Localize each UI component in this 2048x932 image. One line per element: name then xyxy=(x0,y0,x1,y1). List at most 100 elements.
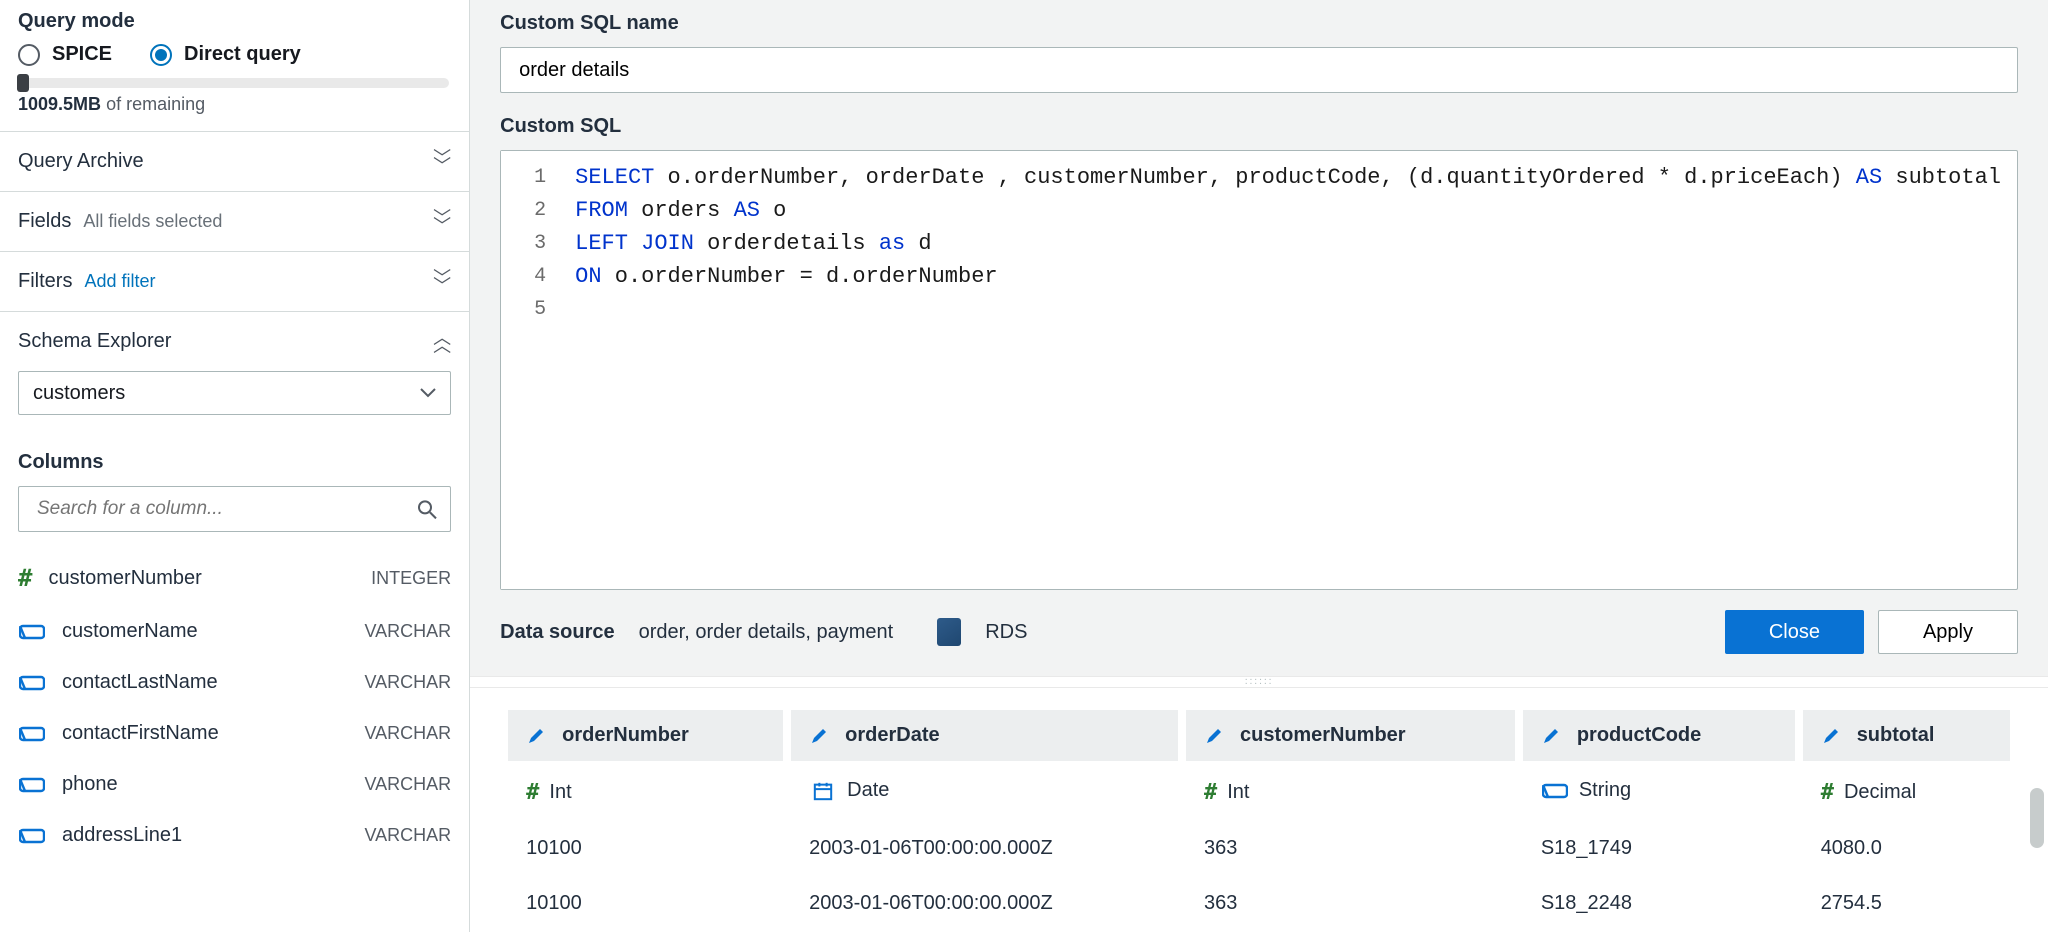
string-icon xyxy=(18,775,46,795)
column-item[interactable]: contactLastName VARCHAR xyxy=(18,657,451,708)
pencil-icon xyxy=(1541,724,1561,746)
type-label: Date xyxy=(847,779,889,802)
sql-editor[interactable]: 12345 SELECT o.orderNumber, orderDate , … xyxy=(500,150,2018,590)
data-source-row: Data source order, order details, paymen… xyxy=(470,592,2048,676)
schema-explorer-toggle[interactable]: Schema Explorer ︿︿ xyxy=(0,311,469,371)
spice-label: SPICE xyxy=(52,43,112,66)
column-header[interactable]: customerNumber xyxy=(1186,710,1515,761)
type-row: # Int Date # Int String # Decimal xyxy=(508,769,2010,817)
chevron-down-icon: ﹀﹀ xyxy=(433,274,451,290)
table-row[interactable]: 101002003-01-06T00:00:00.000Z363S18_2248… xyxy=(508,880,2010,927)
column-header[interactable]: subtotal xyxy=(1803,710,2010,761)
direct-radio-input[interactable] xyxy=(150,44,172,66)
query-archive-toggle[interactable]: Query Archive ﹀﹀ xyxy=(0,131,469,191)
database-icon xyxy=(937,618,961,646)
cell: 2754.5 xyxy=(1803,880,2010,927)
filters-label: Filters xyxy=(18,270,72,293)
cell: 2003-01-06T00:00:00.000Z xyxy=(791,825,1178,872)
column-name: phone xyxy=(62,773,118,796)
query-mode-section: Query mode SPICE Direct query 1009.5MB o… xyxy=(0,0,469,121)
pencil-icon xyxy=(1204,724,1224,746)
column-header[interactable]: orderNumber xyxy=(508,710,783,761)
column-header[interactable]: productCode xyxy=(1523,710,1795,761)
query-archive-label: Query Archive xyxy=(18,150,144,173)
add-filter-link[interactable]: Add filter xyxy=(84,271,155,292)
preview-table: orderNumber orderDate customerNumber produc… xyxy=(500,702,2018,932)
cell: 4080.0 xyxy=(1803,825,2010,872)
column-type: VARCHAR xyxy=(364,825,451,846)
chevron-down-icon: ﹀﹀ xyxy=(433,154,451,170)
hash-icon: # xyxy=(1204,780,1217,805)
string-icon xyxy=(18,622,46,642)
column-item[interactable]: contactFirstName VARCHAR xyxy=(18,708,451,759)
header-label: productCode xyxy=(1577,724,1701,746)
column-item[interactable]: phoneVARCHAR xyxy=(18,759,451,810)
editor-code[interactable]: SELECT o.orderNumber, orderDate , custom… xyxy=(559,151,2017,589)
cell: S18_2248 xyxy=(1523,880,1795,927)
cell: 363 xyxy=(1186,825,1515,872)
string-icon xyxy=(1541,781,1569,801)
table-row[interactable]: 101002003-01-06T00:00:00.000Z363S18_1749… xyxy=(508,825,2010,872)
slider-thumb[interactable] xyxy=(17,74,29,92)
schema-selected-value: customers xyxy=(33,382,125,405)
column-name: addressLine1 xyxy=(62,824,182,847)
pencil-icon xyxy=(526,724,546,746)
data-source-value: order, order details, payment xyxy=(639,621,894,644)
header-label: orderNumber xyxy=(562,724,689,746)
column-item[interactable]: customerNameVARCHAR xyxy=(18,606,451,657)
query-mode-direct-radio[interactable]: Direct query xyxy=(150,43,301,66)
fields-label: Fields xyxy=(18,210,71,233)
cell: 10100 xyxy=(508,825,783,872)
chevron-down-icon: ﹀﹀ xyxy=(433,214,451,230)
column-search-input[interactable] xyxy=(18,486,451,532)
string-icon xyxy=(18,826,46,846)
search-icon xyxy=(417,498,437,519)
column-type: VARCHAR xyxy=(364,621,451,642)
spice-radio-input[interactable] xyxy=(18,44,40,66)
type-label: Decimal xyxy=(1844,781,1916,804)
apply-button[interactable]: Apply xyxy=(1878,610,2018,654)
data-source-label: Data source xyxy=(500,621,615,644)
custom-sql-name-input[interactable] xyxy=(500,47,2018,93)
column-item[interactable]: #customerNumberINTEGER xyxy=(18,550,451,606)
resize-handle[interactable]: ∙∙∙∙∙∙∙∙∙∙∙∙ xyxy=(470,676,2048,688)
type-label: Int xyxy=(549,781,571,804)
type-label: Int xyxy=(1227,781,1249,804)
cell: 2003-01-06T00:00:00.000Z xyxy=(791,880,1178,927)
spice-quota-slider[interactable] xyxy=(18,78,451,88)
column-type: VARCHAR xyxy=(364,723,451,744)
column-type: INTEGER xyxy=(371,568,451,589)
editor-gutter: 12345 xyxy=(501,151,559,589)
preview-table-wrap: orderNumber orderDate customerNumber produc… xyxy=(470,688,2048,932)
direct-label: Direct query xyxy=(184,43,301,66)
close-button[interactable]: Close xyxy=(1725,610,1864,654)
calendar-icon xyxy=(809,781,837,801)
column-name: contactLastName xyxy=(62,671,218,694)
filters-toggle[interactable]: Filters Add filter ﹀﹀ xyxy=(0,251,469,311)
custom-sql-name-label: Custom SQL name xyxy=(500,12,2018,35)
hash-icon: # xyxy=(18,564,32,592)
columns-title: Columns xyxy=(18,451,451,474)
string-icon xyxy=(18,673,46,693)
schema-explorer-label: Schema Explorer xyxy=(18,330,171,353)
schema-select[interactable]: customers xyxy=(18,371,451,415)
cell: 10100 xyxy=(508,880,783,927)
fields-subtitle: All fields selected xyxy=(83,211,222,232)
scrollbar-thumb[interactable] xyxy=(2030,788,2044,848)
chevron-up-icon: ︿︿ xyxy=(433,334,451,350)
header-label: subtotal xyxy=(1857,724,1935,746)
hash-icon: # xyxy=(526,780,539,805)
data-source-type: RDS xyxy=(985,621,1027,644)
header-label: customerNumber xyxy=(1240,724,1406,746)
hash-icon: # xyxy=(1821,780,1834,805)
query-mode-spice-radio[interactable]: SPICE xyxy=(18,43,112,66)
column-type: VARCHAR xyxy=(364,672,451,693)
column-name: contactFirstName xyxy=(62,722,219,745)
cell: S18_1749 xyxy=(1523,825,1795,872)
type-label: String xyxy=(1579,779,1631,802)
column-header[interactable]: orderDate xyxy=(791,710,1178,761)
fields-toggle[interactable]: Fields All fields selected ﹀﹀ xyxy=(0,191,469,251)
column-item[interactable]: addressLine1 VARCHAR xyxy=(18,810,451,861)
pencil-icon xyxy=(809,724,829,746)
cell: 363 xyxy=(1186,880,1515,927)
